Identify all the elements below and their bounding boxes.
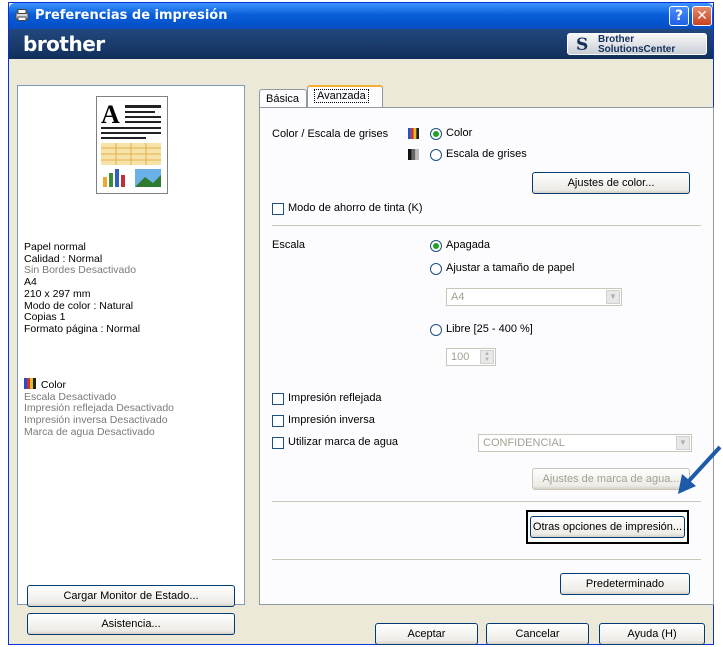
- print-preferences-window: Preferencias de impresión ? ✕ brother S …: [8, 2, 714, 645]
- watermark-select[interactable]: CONFIDENCIAL ▼: [478, 434, 692, 452]
- pointer-arrow-icon: [678, 445, 722, 494]
- grayscale-swatch-icon: [408, 149, 419, 160]
- title-bar[interactable]: Preferencias de impresión ? ✕: [9, 3, 713, 29]
- watermark-label: Utilizar marca de agua: [288, 436, 399, 448]
- status-monitor-button[interactable]: Cargar Monitor de Estado...: [27, 585, 235, 607]
- summary-list: Papel normal Calidad : Normal Sin Bordes…: [24, 241, 141, 336]
- page-preview: A: [96, 96, 168, 194]
- grayscale-option-label: Escala de grises: [446, 148, 527, 160]
- tab-advanced[interactable]: Avanzada: [307, 85, 383, 107]
- page-preview-image: A: [101, 100, 161, 187]
- reverse-print-checkbox[interactable]: [272, 415, 284, 427]
- summary-line: 210 x 297 mm: [24, 287, 91, 300]
- divider: [272, 559, 701, 560]
- advanced-tab-panel: Color / Escala de grises Color Escala de…: [259, 107, 714, 605]
- toner-save-checkbox[interactable]: [272, 203, 284, 215]
- color-mode-icon: [24, 378, 36, 389]
- color-option-label: Color: [446, 127, 473, 139]
- summary-line: Sin Bordes Desactivado: [24, 264, 137, 277]
- color-settings-button[interactable]: Ajustes de color...: [532, 172, 690, 194]
- scaling-label: Escala: [272, 239, 306, 251]
- color-radio[interactable]: [430, 128, 442, 140]
- brother-swoosh-icon: S: [576, 35, 589, 55]
- tab-basic[interactable]: Básica: [259, 89, 307, 107]
- fit-to-paper-label: Ajustar a tamaño de papel: [446, 262, 575, 274]
- ok-button[interactable]: Aceptar: [375, 623, 478, 645]
- color-group-label: Color / Escala de grises: [272, 128, 389, 140]
- brand-banner: brother S Brother SolutionsCenter: [9, 29, 713, 59]
- mirror-print-checkbox[interactable]: [272, 393, 284, 405]
- scaling-off-label: Apagada: [446, 239, 491, 251]
- free-scale-radio[interactable]: [430, 324, 442, 336]
- color-swatch-icon: [408, 128, 419, 139]
- summary-line: Formato página : Normal: [24, 322, 141, 335]
- fit-to-paper-radio[interactable]: [430, 263, 442, 275]
- solutions-center-label: Brother SolutionsCenter: [598, 34, 676, 55]
- help-button[interactable]: Ayuda (H): [599, 623, 705, 645]
- close-button[interactable]: ✕: [692, 6, 712, 26]
- cancel-button[interactable]: Cancelar: [486, 623, 589, 645]
- summary-list-2: Color Escala Desactivado Impresión refle…: [24, 378, 174, 439]
- summary-color-line: Color: [24, 378, 174, 392]
- svg-text:A: A: [101, 100, 120, 129]
- chevron-down-icon: ▼: [606, 290, 620, 304]
- watermark-checkbox[interactable]: [272, 437, 284, 449]
- free-scale-label: Libre [25 - 400 %]: [446, 323, 533, 335]
- summary-line: Marca de agua Desactivado: [24, 425, 155, 438]
- default-button[interactable]: Predeterminado: [560, 573, 690, 595]
- paper-size-select[interactable]: A4 ▼: [446, 288, 622, 306]
- other-print-options-button[interactable]: Otras opciones de impresión...: [530, 516, 685, 538]
- free-scale-spinner[interactable]: 100 ▲ ▼: [446, 348, 496, 366]
- divider: [272, 225, 701, 226]
- printer-icon: [15, 9, 29, 21]
- brother-logo: brother: [23, 32, 105, 56]
- toner-save-label: Modo de ahorro de tinta (K): [288, 202, 423, 214]
- scaling-off-radio[interactable]: [430, 240, 442, 252]
- solutions-center-button[interactable]: S Brother SolutionsCenter: [567, 33, 707, 55]
- settings-summary-panel: A Papel normal Calidad: Normal Sin Bord…: [17, 85, 245, 605]
- summary-line: Papel normal: [24, 241, 86, 253]
- grayscale-radio[interactable]: [430, 149, 442, 161]
- divider: [272, 501, 701, 502]
- reverse-print-label: Impresión inversa: [288, 414, 375, 426]
- spinner-arrows-icon: ▲ ▼: [480, 350, 494, 364]
- mirror-print-label: Impresión reflejada: [288, 392, 382, 404]
- window-title: Preferencias de impresión: [35, 8, 228, 23]
- watermark-settings-button[interactable]: Ajustes de marca de agua...: [532, 468, 690, 490]
- support-button[interactable]: Asistencia...: [27, 613, 235, 635]
- help-title-button[interactable]: ?: [669, 6, 689, 26]
